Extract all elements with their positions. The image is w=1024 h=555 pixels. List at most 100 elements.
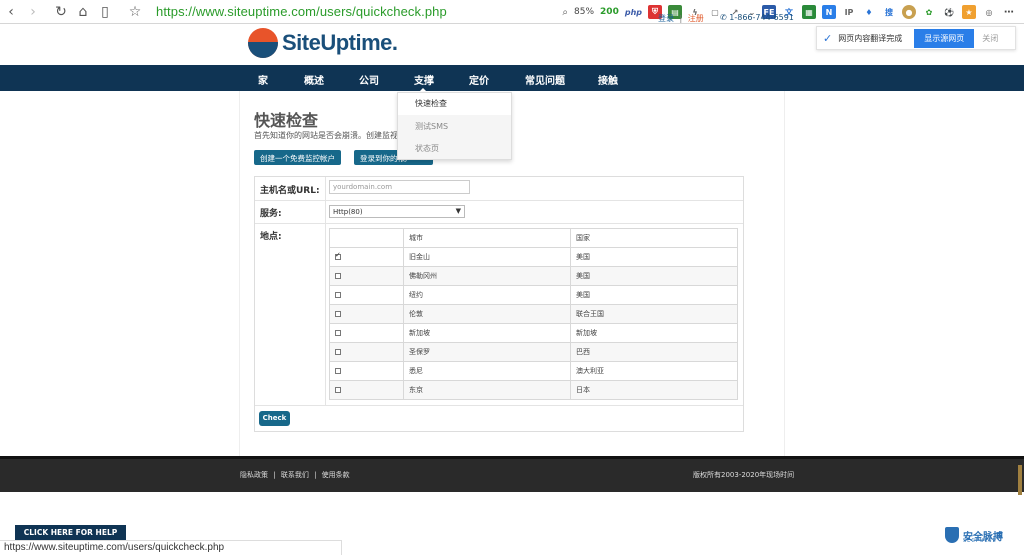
location-checkbox[interactable]: [335, 330, 341, 336]
back-icon[interactable]: ‹: [0, 1, 22, 23]
location-checkbox-cell: [329, 285, 404, 305]
nav-support[interactable]: 支撑: [414, 72, 434, 87]
create-account-button[interactable]: 创建一个免费监控帐户: [254, 150, 341, 165]
dropdown-item-quickcheck[interactable]: 快速检查: [398, 93, 511, 115]
main-nav: 家 概述 公司 支撑 定价 常见问题 接触: [0, 65, 1024, 91]
city-cell: 伦敦: [403, 304, 571, 324]
city-cell: 东京: [403, 380, 571, 400]
table-row: 伦敦 联合王国: [329, 304, 738, 324]
location-checkbox[interactable]: [335, 273, 341, 279]
address-bar[interactable]: https://www.siteuptime.com/users/quickch…: [156, 4, 447, 19]
col-divider: [325, 201, 326, 224]
planet-extension-icon[interactable]: ◎: [982, 5, 996, 19]
gear-extension-icon[interactable]: ✿: [922, 5, 936, 19]
privacy-link[interactable]: 隐私政策: [240, 471, 268, 479]
contact-link[interactable]: 联系我们: [281, 471, 309, 479]
location-table: 城市 国家 旧金山美国佛勒冈州美国纽约美国伦敦联合王国新加坡新加坡圣保罗巴西悉尼…: [329, 228, 738, 400]
browser-toolbar: ‹ › ↻ ⌂ ▯ ☆ https://www.siteuptime.com/u…: [0, 0, 1024, 24]
table-row: 圣保罗 巴西: [329, 342, 738, 362]
terms-link[interactable]: 使用条款: [322, 471, 350, 479]
host-input[interactable]: yourdomain.com: [329, 180, 470, 194]
reader-icon[interactable]: ▯: [94, 1, 116, 23]
nav-pricing[interactable]: 定价: [469, 72, 489, 87]
forward-icon[interactable]: ›: [22, 1, 44, 23]
page-title: 快速检查: [254, 111, 319, 130]
nav-faq[interactable]: 常见问题: [525, 72, 565, 87]
home-icon[interactable]: ⌂: [72, 1, 94, 23]
zoom-badge[interactable]: 200: [600, 7, 619, 17]
zoom-level[interactable]: 85%: [574, 7, 594, 17]
service-select[interactable]: Http(80) ▼: [329, 205, 465, 218]
table-row: 纽约 美国: [329, 285, 738, 305]
dropdown-arrow-icon: ▼: [455, 207, 461, 215]
service-value: Http(80): [333, 208, 363, 216]
footer-divider: |: [314, 471, 317, 479]
menu-icon[interactable]: ⋯: [1002, 5, 1016, 19]
service-label: 服务:: [260, 209, 282, 219]
footer-links: 隐私政策 | 联系我们 | 使用条款: [240, 470, 350, 480]
location-checkbox[interactable]: [335, 311, 341, 317]
table-row: 旧金山美国: [329, 247, 738, 267]
soccer-extension-icon[interactable]: ⚽: [942, 5, 956, 19]
grid-extension-icon[interactable]: ▦: [802, 5, 816, 19]
phone-icon: ✆: [720, 13, 727, 22]
translate-close-button[interactable]: 关闭: [982, 33, 998, 44]
dropdown-item-status-page[interactable]: 状态页: [398, 138, 511, 160]
register-link[interactable]: 注册: [688, 14, 704, 23]
nav-home[interactable]: 家: [258, 72, 268, 87]
location-checkbox-cell: [329, 361, 404, 381]
nav-overview[interactable]: 概述: [304, 72, 324, 87]
scrollbar-thumb[interactable]: [1018, 465, 1022, 495]
checkmark-icon: ✓: [823, 31, 833, 45]
table-row: 悉尼 澳大利亚: [329, 361, 738, 381]
location-checkbox[interactable]: [335, 368, 341, 374]
zoom-icon[interactable]: ⌕: [562, 7, 568, 18]
dropdown-item-test-sms[interactable]: 测试SMS: [398, 116, 511, 138]
help-button[interactable]: CLICK HERE FOR HELP: [15, 525, 126, 541]
check-button[interactable]: Check: [259, 411, 290, 426]
country-cell: 澳大利亚: [570, 361, 738, 381]
country-cell: 美国: [570, 247, 738, 267]
star-icon[interactable]: ☆: [124, 1, 146, 23]
link-separator: |: [679, 14, 683, 23]
cookie-extension-icon[interactable]: ●: [902, 5, 916, 19]
translate-message: 网页内容翻译完成: [838, 33, 903, 43]
nav-company[interactable]: 公司: [359, 72, 379, 87]
chinese-extension-icon[interactable]: 搜: [882, 5, 896, 19]
new-extension-icon[interactable]: N: [822, 5, 836, 19]
site-footer: [0, 456, 1024, 492]
table-row: 新加坡 新加坡: [329, 323, 738, 343]
location-label: 地点:: [260, 232, 282, 242]
country-cell: 巴西: [570, 342, 738, 362]
reload-icon[interactable]: ↻: [50, 1, 72, 23]
location-checkbox-cell: [329, 380, 404, 400]
location-checkbox-cell: [329, 304, 404, 324]
nav-contact[interactable]: 接触: [598, 72, 618, 87]
show-original-button[interactable]: 显示源网页: [914, 28, 975, 48]
footer-divider: |: [273, 471, 276, 479]
location-checkbox[interactable]: [335, 292, 341, 298]
city-cell: 旧金山: [403, 247, 571, 267]
secpulse-badge: 安全脉搏 SECPULSE: [945, 527, 1003, 544]
badge-subtitle: SECPULSE: [963, 538, 997, 544]
location-checkbox[interactable]: [335, 349, 341, 355]
country-cell: 日本: [570, 380, 738, 400]
table-header-select: [329, 228, 404, 248]
drop-extension-icon[interactable]: ♦: [862, 5, 876, 19]
intro-text: 首先知道你的网站是否会崩溃。创建监视 收警报。: [254, 131, 433, 140]
login-link[interactable]: 登录: [658, 14, 674, 23]
siteuptime-logo[interactable]: SiteUptime.: [248, 28, 398, 58]
location-checkbox[interactable]: [335, 251, 341, 260]
status-bar-url: https://www.siteuptime.com/users/quickch…: [0, 540, 342, 555]
translate-bar: ✓ 网页内容翻译完成 显示源网页 关闭: [816, 26, 1016, 50]
location-checkbox-cell: [329, 342, 404, 362]
table-row: 佛勒冈州 美国: [329, 266, 738, 286]
col-divider: [325, 224, 326, 406]
footer-top-strip: [0, 456, 1024, 459]
location-checkbox[interactable]: [335, 387, 341, 393]
php-extension-icon[interactable]: php: [625, 8, 642, 17]
table-header-city: 城市: [403, 228, 571, 248]
star-extension-icon[interactable]: ★: [962, 5, 976, 19]
city-cell: 新加坡: [403, 323, 571, 343]
ip-extension-icon[interactable]: IP: [842, 5, 856, 19]
